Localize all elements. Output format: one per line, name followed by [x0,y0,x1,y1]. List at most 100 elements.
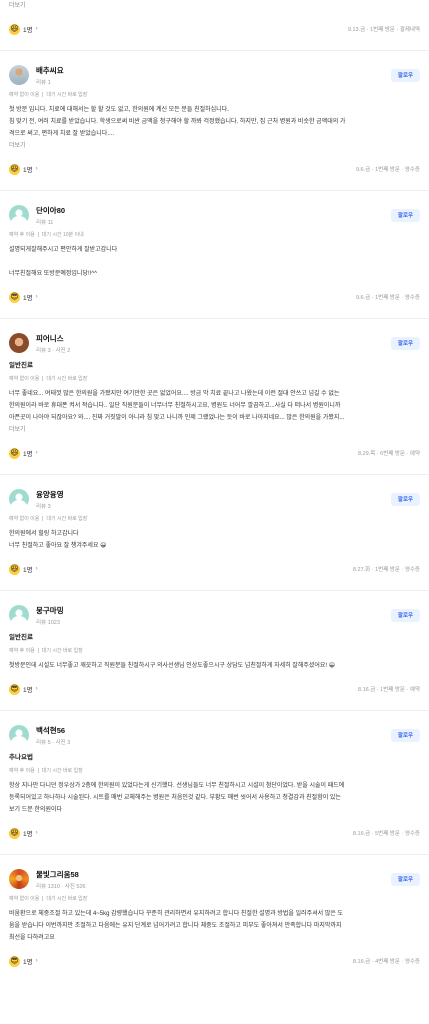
reaction-button[interactable]: 😆 1명 › [9,563,38,575]
review-text[interactable]: 설명되게잘해주시고 편안하게 잘받고갑니다 너무친절해요 또방문예정입니당!!^^ [9,244,420,280]
user-info: 물빛그리움58 리뷰 1310 · 사진 526 [36,869,86,890]
reaction-button[interactable]: 😆 1명 › [9,827,38,839]
review-item: 피어니스 리뷰 3 · 사진 2 팔로우 일반진료 예약 없이 이용 대기 시간 … [0,318,429,460]
chevron-right-icon: › [35,830,38,836]
avatar[interactable] [9,725,29,745]
reaction-button[interactable]: 😆 1명 › [9,163,38,175]
visit-meta: 8.16.금 · 5번째 방문 · 영수증 [352,831,420,837]
user-info: 백석현56 리뷰 5 · 사진 3 [36,725,70,746]
visit-meta: 9.6.금 · 1번째 방문 · 영수증 [355,167,420,173]
chevron-right-icon: › [35,686,38,692]
user-stats: 리뷰 3 · 사진 2 [36,347,71,354]
user-info: 배추씨요 리뷰 1 [36,65,64,86]
visit-info: 예약 없이 이용 대기 시간 바로 입장 [9,375,420,382]
visit-meta: 8.16.금 · 4번째 방문 · 영수증 [352,959,420,965]
review-line: 너무 좋네요... 여태껏 많은 한의원을 가봤지만 여기만한 곳은 없었어요.… [9,391,340,397]
divider [42,376,44,382]
reservation-type: 예약 후 이용 [9,648,35,654]
reservation-type: 예약 없이 이용 [9,376,40,382]
avatar[interactable] [9,489,29,509]
user-info: 뭉구마밍 리뷰 1023 [36,605,64,626]
user-stats: 리뷰 1310 · 사진 526 [36,883,86,890]
review-line: 격으로 써고, 편하게 치료 잘 받았습니다.... [9,131,114,137]
review-line: 항상 지나만 다니던 정우상가 2층에 한의원이 있었다는게 신기했다. 선생님… [9,783,345,789]
reaction-button[interactable]: 😆 1명 › [9,447,38,459]
user-stats: 리뷰 5 · 사진 3 [36,739,71,746]
reaction-count: 1명 [23,451,33,458]
reaction-count: 1명 [23,687,33,694]
reservation-type: 예약 없이 이용 [9,92,40,98]
follow-button[interactable]: 팔로우 [391,728,420,742]
follow-button[interactable]: 팔로우 [391,872,420,886]
review-header: 뭉구마밍 리뷰 1023 팔로우 [9,605,420,626]
visit-meta: 9.6.금 · 1번째 방문 · 영수증 [355,295,420,301]
avatar[interactable] [9,605,29,625]
chevron-right-icon: › [35,566,38,572]
review-text[interactable]: 한의원에서 힐링 하고갑니다너무 친절하고 좋아요 잘 챙겨주세요 😀 [9,528,420,552]
laugh-emoji-icon: 😆 [9,163,20,175]
user-name[interactable]: 뭉구마밍 [36,605,64,616]
avatar[interactable] [9,333,29,353]
reaction-button[interactable]: 😎 1명 › [9,291,38,303]
user-name[interactable]: 융양융영 [36,489,64,500]
laugh-emoji-icon: 😆 [9,827,20,839]
review-text[interactable]: 첫방문인데 시설도 너무좋고 깨끗하고 직원분들 친절하시구 의사선생님 인상도… [9,660,420,672]
review-line: 침 맞기 전, 여러 치료를 받았습니다. 학생으로써 비싼 금액을 청구해야 … [9,119,346,125]
wait-time: 대기 시간 바로 입장 [46,92,88,98]
wait-time: 대기 시간 바로 입장 [41,648,83,654]
chevron-right-icon: › [35,958,38,964]
review-text[interactable]: 비움환으로 체중조절 하고 있는데 4~5kg 감량했습니다 꾸준히 관리하면서… [9,908,420,944]
reaction-button[interactable]: 😆 1명 › [9,23,38,35]
review-line: 너무 친절하고 좋아요 잘 챙겨주세요 😀 [9,543,107,549]
reaction-count: 1명 [23,167,33,174]
reaction-count: 1명 [23,831,33,838]
reservation-type: 예약 후 이용 [9,768,35,774]
follow-button[interactable]: 팔로우 [391,608,420,622]
treatment-tag: 일반진료 [9,634,33,641]
divider [42,896,44,902]
sunglasses-emoji-icon: 😎 [9,291,20,303]
user-name[interactable]: 물빛그리움58 [36,869,86,880]
visit-meta: 8.16.금 · 1번째 방문 · 예약 [357,687,420,693]
top-more-link[interactable]: 더보기 [0,0,429,12]
visit-info: 예약 후 이용 대기 시간 바로 입장 [9,647,420,654]
laugh-emoji-icon: 😆 [9,23,20,35]
chevron-right-icon: › [35,166,38,172]
follow-button[interactable]: 팔로우 [391,68,420,82]
follow-button[interactable]: 팔로우 [391,336,420,350]
divider [42,92,44,98]
review-item: 백석현56 리뷰 5 · 사진 3 팔로우 추나요법 예약 후 이용 대기 시간 … [0,710,429,840]
user-stats: 리뷰 1 [36,79,51,86]
follow-button[interactable]: 팔로우 [391,492,420,506]
more-link[interactable]: 더보기 [9,424,420,436]
review-line: 첫방문인데 시설도 너무좋고 깨끗하고 직원분들 친절하시구 의사선생님 인상도… [9,663,336,669]
reaction-button[interactable]: 😎 1명 › [9,683,38,695]
user-name[interactable]: 피어니스 [36,333,70,344]
follow-button[interactable]: 팔로우 [391,208,420,222]
reservation-type: 예약 없이 이용 [9,516,40,522]
chevron-right-icon: › [35,294,38,300]
wait-time: 대기 시간 바로 입장 [46,376,88,382]
user-info: 피어니스 리뷰 3 · 사진 2 [36,333,70,354]
visit-meta: 9.13.금 · 1번째 방문 · 결제내역 [347,27,420,33]
review-meta-row: 😎 1명 › 9.6.금 · 1번째 방문 · 영수증 [9,290,420,304]
user-name[interactable]: 백석현56 [36,725,70,736]
laugh-emoji-icon: 😆 [9,563,20,575]
review-meta-row: 😎 1명 › 8.16.금 · 4번째 방문 · 영수증 [9,954,420,968]
visit-meta: 8.29.목 · 6번째 방문 · 예약 [357,451,420,457]
avatar[interactable] [9,869,29,889]
review-text[interactable]: 첫 방문 입니다. 치료에 대해서는 할 할 것도 없고, 한의원에 계신 모든… [9,104,420,140]
avatar[interactable] [9,205,29,225]
more-link[interactable]: 더보기 [9,140,420,152]
avatar[interactable] [9,65,29,85]
review-text[interactable]: 너무 좋네요... 여태껏 많은 한의원을 가봤지만 여기만한 곳은 없었어요.… [9,388,420,424]
user-name[interactable]: 단이아80 [36,205,65,216]
treatment-tag: 일반진료 [9,362,33,369]
review-text[interactable]: 항상 지나만 다니던 정우상가 2층에 한의원이 있었다는게 신기했다. 선생님… [9,780,420,816]
review-line: 한의원에서 힐링 하고갑니다 [9,531,79,537]
review-header: 피어니스 리뷰 3 · 사진 2 팔로우 [9,333,420,354]
divider [37,648,39,654]
user-name[interactable]: 배추씨요 [36,65,64,76]
reaction-button[interactable]: 😎 1명 › [9,955,38,967]
visit-meta: 8.27.화 · 1번째 방문 · 영수증 [352,567,420,573]
